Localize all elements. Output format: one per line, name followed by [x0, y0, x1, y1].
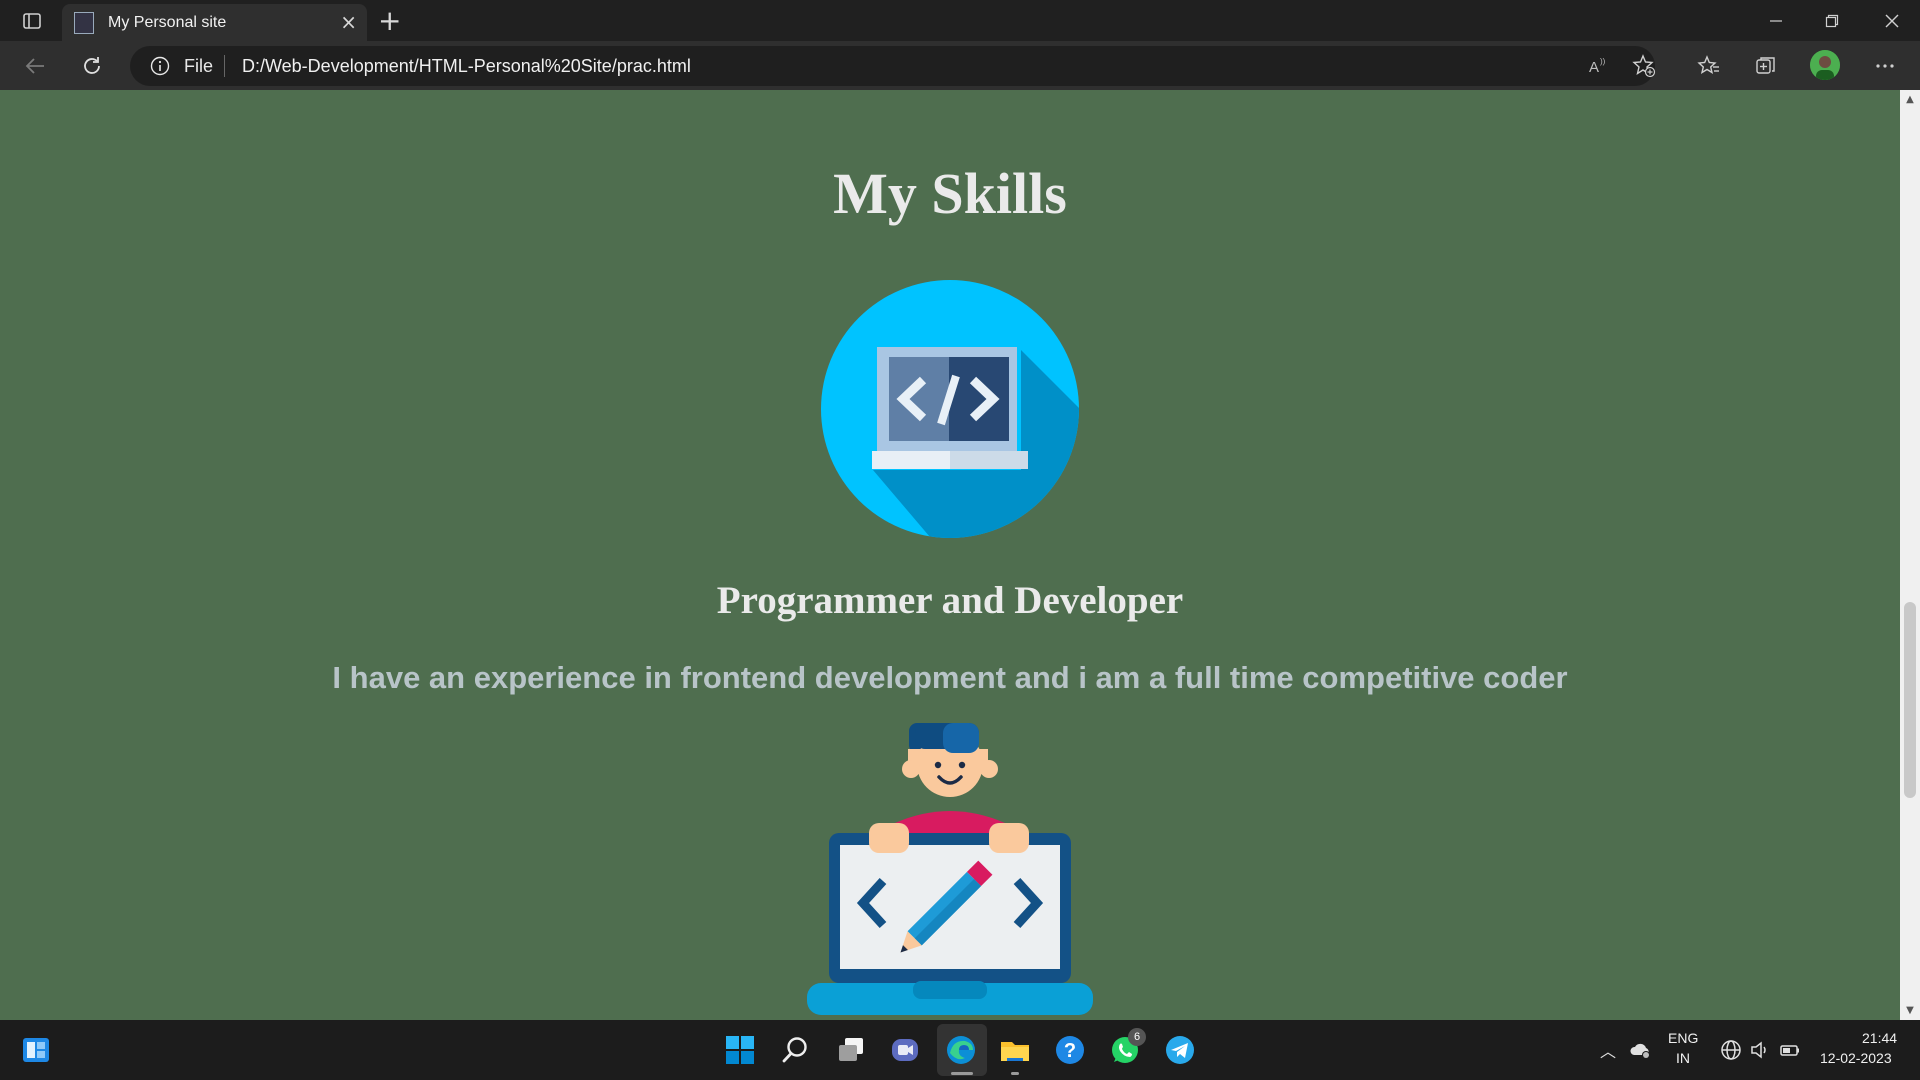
search-icon[interactable]: [777, 1032, 813, 1068]
address-bar[interactable]: File D:/Web-Development/HTML-Personal%20…: [130, 46, 1656, 86]
minimize-icon[interactable]: [1752, 0, 1800, 41]
cloud-icon[interactable]: [1623, 1032, 1659, 1068]
window-close-icon[interactable]: [1864, 0, 1920, 41]
read-aloud-icon[interactable]: A)): [1582, 50, 1614, 82]
clock-date[interactable]: 12-02-2023: [1820, 1050, 1892, 1066]
info-icon[interactable]: [150, 56, 170, 80]
back-arrow-icon[interactable]: [20, 51, 50, 81]
svg-text:?: ?: [1064, 1040, 1076, 1062]
file-explorer-icon[interactable]: [997, 1032, 1033, 1068]
scroll-up-icon[interactable]: ▲: [1900, 94, 1920, 105]
page-paragraph: I have an experience in frontend develop…: [332, 660, 1568, 695]
tab-actions-icon[interactable]: [4, 0, 60, 41]
page-viewport: My Skills Programmer and Developer I hav…: [0, 90, 1900, 1020]
add-favorite-icon[interactable]: [1628, 50, 1660, 82]
edge-running-indicator: [951, 1072, 973, 1075]
meet-icon[interactable]: [887, 1032, 923, 1068]
scrollbar-thumb[interactable]: [1904, 602, 1916, 798]
battery-icon[interactable]: [1772, 1032, 1808, 1068]
close-icon[interactable]: ×: [340, 10, 357, 34]
page-subheading: Programmer and Developer: [716, 579, 1184, 622]
tab-active[interactable]: My Personal site ×: [62, 4, 367, 41]
svg-text:A: A: [1589, 59, 1599, 76]
help-icon[interactable]: ?: [1052, 1032, 1088, 1068]
more-icon[interactable]: [1869, 50, 1901, 82]
chevron-up-icon[interactable]: ︿: [1600, 1038, 1616, 1062]
code-laptop-icon: [821, 280, 1079, 538]
scroll-down-icon[interactable]: ▼: [1900, 1005, 1920, 1016]
telegram-icon[interactable]: [1162, 1032, 1198, 1068]
restore-icon[interactable]: [1808, 0, 1856, 41]
refresh-icon[interactable]: [77, 51, 107, 81]
language-indicator[interactable]: ENG: [1668, 1030, 1698, 1046]
svg-text:)): )): [1600, 57, 1606, 66]
tab-title: My Personal site: [108, 14, 227, 31]
site-favicon-icon: [74, 12, 94, 34]
task-view-icon[interactable]: [833, 1032, 869, 1068]
widgets-icon[interactable]: [18, 1032, 54, 1068]
profile-avatar[interactable]: [1810, 50, 1840, 80]
clock-time[interactable]: 21:44: [1862, 1030, 1897, 1046]
address-separator: [224, 55, 225, 77]
language-region[interactable]: IN: [1676, 1050, 1690, 1066]
edge-icon[interactable]: [943, 1032, 979, 1068]
page-heading: My Skills: [833, 161, 1067, 226]
favorites-icon[interactable]: [1693, 50, 1725, 82]
collections-icon[interactable]: [1750, 50, 1782, 82]
plus-icon[interactable]: +: [378, 4, 401, 37]
vertical-scrollbar[interactable]: ▲ ▼: [1900, 90, 1920, 1020]
url-text[interactable]: D:/Web-Development/HTML-Personal%20Site/…: [242, 56, 691, 77]
file-explorer-running-indicator: [1011, 1072, 1019, 1075]
windows-start-icon[interactable]: [722, 1032, 758, 1068]
windows-taskbar: ? 6 ︿ ENG IN 21:44 12-02-2023: [0, 1020, 1920, 1080]
address-scheme-label: File: [184, 56, 214, 76]
whatsapp-badge: 6: [1128, 1028, 1146, 1046]
developer-illustration: [807, 723, 1093, 1015]
browser-title-bar: My Personal site × +: [0, 0, 1920, 41]
browser-toolbar: File D:/Web-Development/HTML-Personal%20…: [0, 41, 1920, 90]
